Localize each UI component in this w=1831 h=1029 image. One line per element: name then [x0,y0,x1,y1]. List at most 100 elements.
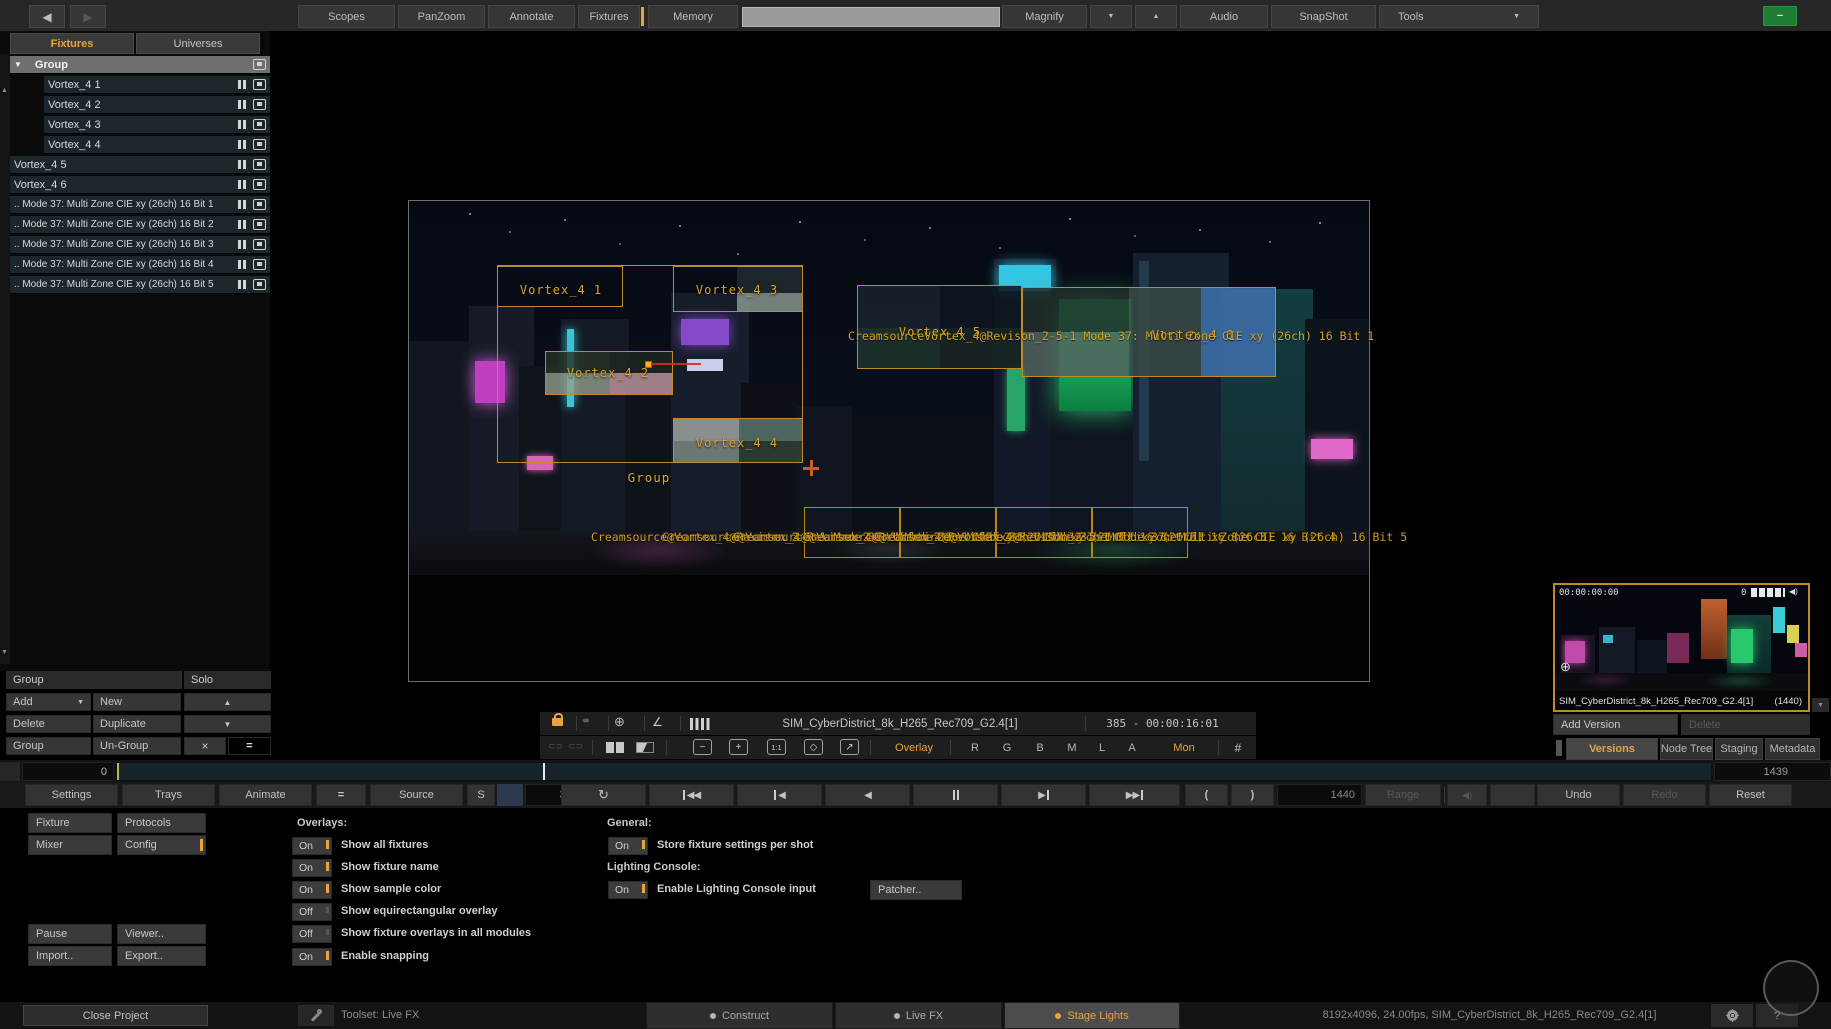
annotate-pen-icon[interactable]: ∠ [652,715,663,729]
columns-icon[interactable] [690,718,710,730]
go-to-end-button[interactable]: ▶▶ [1089,784,1180,806]
list-scroll-gutter[interactable]: ▲ ▼ [0,54,10,664]
columns-icon[interactable] [235,259,248,270]
close-button[interactable]: × [184,737,226,755]
columns-icon[interactable] [235,279,248,290]
move-up-button[interactable]: ▲ [184,693,271,711]
tab-scopes[interactable]: Scopes [298,5,395,28]
channel-b-button[interactable]: B [1030,736,1050,759]
delete-button[interactable]: Delete [6,715,91,733]
loop-button[interactable]: ↻ [561,784,646,806]
pan-view-button[interactable]: ↗ [840,739,859,755]
grid-toggle[interactable]: # [1228,736,1248,759]
export-button[interactable]: Export.. [117,946,206,966]
fixture-settings-button[interactable]: Fixture [28,813,112,833]
mon-toggle[interactable]: Mon [1164,736,1204,759]
columns-icon[interactable] [235,199,248,210]
overlay-toggle[interactable]: Overlay [884,736,944,759]
tab-node-tree[interactable]: Node Tree [1660,738,1713,760]
source-button[interactable]: Source [370,784,463,806]
link-icon[interactable]: ⊂⊃ [548,741,563,752]
toggle-equirectangular-overlay[interactable]: Off [292,903,332,921]
panel-scrollbar-handle[interactable] [1556,740,1562,756]
channel-a-button[interactable]: A [1122,736,1142,759]
fixture-row[interactable]: Vortex_4 3 [44,116,270,134]
settings-gear-button[interactable] [1711,1004,1753,1027]
audio-button[interactable]: Audio [1180,5,1268,28]
tab-fixtures-list[interactable]: Fixtures [10,33,134,54]
globe-icon[interactable]: ⊕ [614,714,625,730]
pause-button[interactable] [913,784,998,806]
toolset-button[interactable] [298,1005,334,1026]
tab-metadata[interactable]: Metadata [1765,738,1820,760]
fixture-row[interactable]: Vortex_4 2 [44,96,270,114]
columns-icon[interactable] [235,239,248,250]
stereo-icon[interactable]: ●● [582,715,587,725]
monitor-icon[interactable] [253,199,266,210]
monitor-icon[interactable] [253,99,266,110]
columns-icon[interactable] [235,179,248,190]
mode-tab-stage-lights[interactable]: Stage Lights [1004,1002,1180,1029]
duplicate-button[interactable]: Duplicate [93,715,181,733]
monitor-icon[interactable] [253,179,266,190]
group-button[interactable]: Group [6,737,91,755]
mode-tab-live-fx[interactable]: Live FX [835,1002,1002,1029]
prev-shot-button[interactable]: ◀ [737,784,822,806]
unlink-icon[interactable]: ⊂⊃ [568,741,583,752]
toggle-store-settings-per-shot[interactable]: On [608,837,648,855]
viewer-button[interactable]: Viewer.. [117,924,206,944]
go-to-start-button[interactable]: ◀◀ [649,784,734,806]
monitor-icon[interactable] [253,159,266,170]
magnify-down-button[interactable]: ▼ [1090,5,1132,28]
timeline-end-field[interactable]: 1439 [1714,762,1831,781]
collapse-icon[interactable]: ▼ [14,60,22,69]
spare-button[interactable] [1490,784,1535,806]
patcher-button[interactable]: Patcher.. [870,880,962,900]
move-down-button[interactable]: ▼ [184,715,271,733]
monitor-icon[interactable] [253,279,266,290]
toggle-enable-snapping[interactable]: On [292,948,332,966]
fixture-row[interactable]: Vortex_4 4 [44,136,270,154]
monitor-icon[interactable] [253,239,266,250]
mode-row[interactable]: .. Mode 37: Multi Zone CIE xy (26ch) 16 … [10,256,270,274]
solo-button[interactable]: Solo [184,671,271,689]
monitor-icon[interactable] [253,79,266,90]
timeline-track[interactable] [116,762,1712,781]
monitor-icon[interactable] [253,259,266,270]
channel-m-button[interactable]: M [1062,736,1082,759]
split-view-icon[interactable] [606,742,624,753]
tab-staging[interactable]: Staging [1715,738,1763,760]
add-version-button[interactable]: Add Version [1553,714,1678,735]
total-frames-field[interactable]: 1440 [1277,784,1362,806]
mode-row[interactable]: .. Mode 37: Multi Zone CIE xy (26ch) 16 … [10,196,270,214]
columns-icon[interactable] [235,79,248,90]
fit-view-button[interactable]: ◇ [804,739,823,755]
monitor-icon[interactable] [253,139,266,150]
lock-icon[interactable] [552,718,563,726]
mixer-button[interactable]: Mixer [28,835,112,855]
pause-output-button[interactable]: Pause [28,924,112,944]
tree-group-row[interactable]: ▼ Group [10,56,270,74]
fixture-row[interactable]: Vortex_4 5 [10,156,270,174]
timeline-start-field[interactable]: 0 [22,762,114,781]
monitor-icon[interactable] [253,119,266,130]
monitor-icon[interactable] [253,219,266,230]
nav-back-button[interactable]: ◀ [29,5,65,28]
mode-row[interactable]: .. Mode 37: Multi Zone CIE xy (26ch) 16 … [10,236,270,254]
audio-mute-button[interactable]: ◀) [1447,784,1487,806]
new-button[interactable]: New [93,693,181,711]
nav-forward-button[interactable]: ▶ [70,5,106,28]
toggle-show-fixture-name[interactable]: On [292,859,332,877]
delete-version-button[interactable]: Delete [1681,714,1810,735]
version-scroll-down-button[interactable]: ▼ [1812,698,1829,712]
import-button[interactable]: Import.. [28,946,112,966]
mark-in-button[interactable]: ( [1185,784,1228,806]
channel-l-button[interactable]: L [1092,736,1112,759]
tab-memory[interactable]: Memory [648,5,738,28]
zoom-1to1-button[interactable]: 1:1 [767,739,786,755]
mark-out-button[interactable]: ) [1231,784,1274,806]
wipe-compare-icon[interactable] [636,742,654,753]
zoom-in-button[interactable]: + [729,739,748,755]
redo-button[interactable]: Redo [1623,784,1706,806]
add-dropdown[interactable]: Add▼ [6,693,91,711]
